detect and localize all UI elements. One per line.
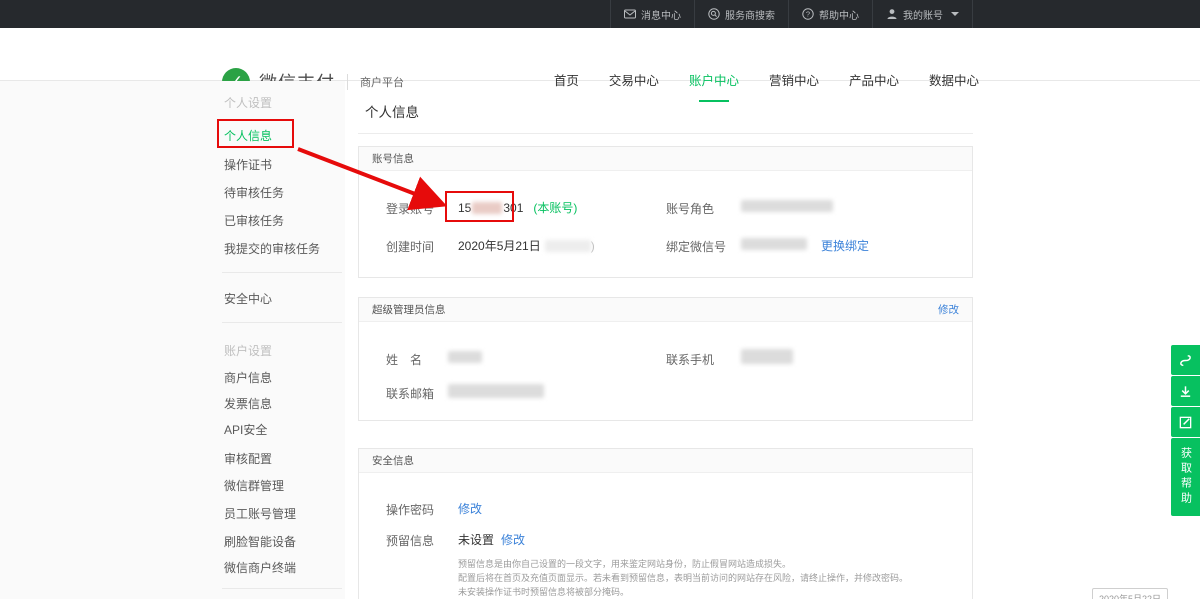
top-utility-bar: 消息中心 服务商搜索 ? 帮助中心 我的账号	[0, 0, 1200, 28]
brand-divider	[347, 74, 348, 90]
download-icon	[1178, 384, 1193, 399]
account-info-section: 账号信息 登录账号 15 301 (本账号) 账号角色 创建时间 2020年5月…	[358, 146, 973, 278]
title-divider	[358, 133, 973, 134]
security-info-section-header: 安全信息	[359, 449, 972, 473]
contact-phone-label: 联系手机	[666, 351, 714, 368]
nav-item-product-center[interactable]: 产品中心	[849, 56, 899, 109]
rebind-link[interactable]: 更换绑定	[821, 237, 869, 254]
wechat-pay-merchant-portal: 消息中心 服务商搜索 ? 帮助中心 我的账号	[0, 0, 1200, 599]
date-badge: 2020年5月22日	[1092, 588, 1168, 599]
sidebar-item-wechat-group-management[interactable]: 微信群管理	[224, 477, 284, 494]
search-icon	[708, 8, 720, 20]
sidebar-item-api-security[interactable]: API安全	[224, 421, 267, 438]
sidebar-item-operation-certificate[interactable]: 操作证书	[224, 156, 272, 173]
nav-item-transaction-center[interactable]: 交易中心	[609, 56, 659, 109]
bound-wechat-label: 绑定微信号	[666, 238, 726, 255]
section-title: 超级管理员信息	[372, 302, 446, 317]
nav-item-marketing-center[interactable]: 营销中心	[769, 56, 819, 109]
created-suffix: )	[591, 239, 595, 253]
section-title: 账号信息	[372, 151, 414, 166]
reserved-edit-link[interactable]: 修改	[501, 531, 525, 548]
edit-icon	[1178, 415, 1193, 430]
description-line: 未安装操作证书时预留信息将被部分掩码。	[458, 585, 908, 599]
sidebar-group-personal-settings: 个人设置	[224, 94, 272, 111]
topbar-item-label: 我的账号	[903, 7, 943, 22]
reserved-info-value: 未设置	[458, 531, 494, 548]
sidebar-item-merchant-info[interactable]: 商户信息	[224, 369, 272, 386]
primary-nav: 首页 交易中心 账户中心 营销中心 产品中心 数据中心	[554, 56, 979, 109]
sidebar-divider	[222, 322, 342, 323]
portal-name: 商户平台	[360, 74, 404, 90]
current-account-tag: (本账号)	[533, 199, 577, 216]
masked-name	[448, 351, 482, 363]
float-link-button[interactable]	[1171, 345, 1200, 375]
account-info-section-header: 账号信息	[359, 147, 972, 171]
login-account-value: 15 301 (本账号)	[458, 199, 577, 216]
admin-edit-link[interactable]: 修改	[938, 302, 959, 317]
login-account-prefix: 15	[458, 201, 471, 215]
mail-icon	[624, 8, 636, 20]
sidebar-item-pending-review-tasks[interactable]: 待审核任务	[224, 184, 284, 201]
created-time-label: 创建时间	[386, 238, 434, 255]
floating-helper-widget: 获取帮助	[1171, 345, 1200, 516]
masked-digits	[472, 202, 502, 214]
topbar-item-help-center[interactable]: ? 帮助中心	[788, 0, 872, 28]
account-role-label: 账号角色	[666, 200, 714, 217]
name-label: 姓 名	[386, 351, 422, 368]
sidebar-item-reviewed-tasks[interactable]: 已审核任务	[224, 212, 284, 229]
section-title: 安全信息	[372, 453, 414, 468]
sidebar-item-my-submitted-tasks[interactable]: 我提交的审核任务	[224, 240, 320, 257]
get-help-button[interactable]: 获取帮助	[1171, 438, 1200, 516]
sidebar-item-security-center[interactable]: 安全中心	[224, 290, 272, 307]
description-line: 预留信息是由你自己设置的一段文字，用来鉴定网站身份，防止假冒网站造成损失。	[458, 557, 908, 571]
caret-down-icon	[951, 12, 959, 16]
contact-email-label: 联系邮箱	[386, 385, 434, 402]
nav-item-account-center[interactable]: 账户中心	[689, 56, 739, 109]
topbar-item-message-center[interactable]: 消息中心	[610, 0, 694, 28]
sidebar-item-staff-account-management[interactable]: 员工账号管理	[224, 505, 296, 522]
reserved-info-description: 预留信息是由你自己设置的一段文字，用来鉴定网站身份，防止假冒网站造成损失。 配置…	[458, 557, 908, 599]
sidebar-item-personal-info[interactable]: 个人信息	[224, 127, 272, 144]
float-download-button[interactable]	[1171, 376, 1200, 406]
security-info-section: 安全信息 操作密码 修改 预留信息 未设置 修改 预留信息是由你自己设置的一段文…	[358, 448, 973, 599]
topbar-item-label: 帮助中心	[819, 7, 859, 22]
operation-password-label: 操作密码	[386, 501, 434, 518]
nav-item-data-center[interactable]: 数据中心	[929, 56, 979, 109]
sidebar-item-invoice-info[interactable]: 发票信息	[224, 395, 272, 412]
topbar-item-label: 服务商搜索	[725, 7, 775, 22]
sidebar-divider	[222, 588, 342, 589]
created-time-value: 2020年5月21日 )	[458, 237, 595, 254]
reserved-info-label: 预留信息	[386, 532, 434, 549]
masked-wechat-id	[741, 238, 807, 250]
float-feedback-button[interactable]	[1171, 407, 1200, 437]
svg-text:?: ?	[806, 10, 810, 19]
login-account-label: 登录账号	[386, 200, 434, 217]
super-admin-section: 超级管理员信息 修改 姓 名 联系手机 联系邮箱	[358, 297, 973, 421]
user-icon	[886, 8, 898, 20]
created-date: 2020年5月21日	[458, 237, 541, 254]
sidebar-item-review-config[interactable]: 审核配置	[224, 450, 272, 467]
site-header: ✓ 微信支付 商户平台 首页 交易中心 账户中心 营销中心 产品中心 数据中心	[0, 28, 1200, 81]
topbar-item-label: 消息中心	[641, 7, 681, 22]
help-icon: ?	[802, 8, 814, 20]
description-line: 配置后将在首页及充值页面显示。若未看到预留信息，表明当前访问的网站存在风险，请终…	[458, 571, 908, 585]
login-account-suffix: 301	[503, 201, 523, 215]
sidebar-item-face-smart-device[interactable]: 刷脸智能设备	[224, 533, 296, 550]
masked-email	[448, 384, 544, 398]
masked-account-role	[741, 200, 833, 212]
link-icon	[1178, 353, 1193, 368]
nav-item-home[interactable]: 首页	[554, 56, 579, 109]
masked-time	[545, 240, 591, 252]
topbar-item-service-search[interactable]: 服务商搜索	[694, 0, 788, 28]
topbar-item-my-account[interactable]: 我的账号	[872, 0, 973, 28]
sidebar-group-account-settings: 账户设置	[224, 342, 272, 359]
page-title: 个人信息	[365, 101, 419, 121]
masked-phone	[741, 349, 793, 364]
sidebar-item-wechat-merchant-terminal[interactable]: 微信商户终端	[224, 559, 296, 576]
password-edit-link[interactable]: 修改	[458, 500, 482, 517]
sidebar-divider	[222, 272, 342, 273]
super-admin-section-header: 超级管理员信息 修改	[359, 298, 972, 322]
